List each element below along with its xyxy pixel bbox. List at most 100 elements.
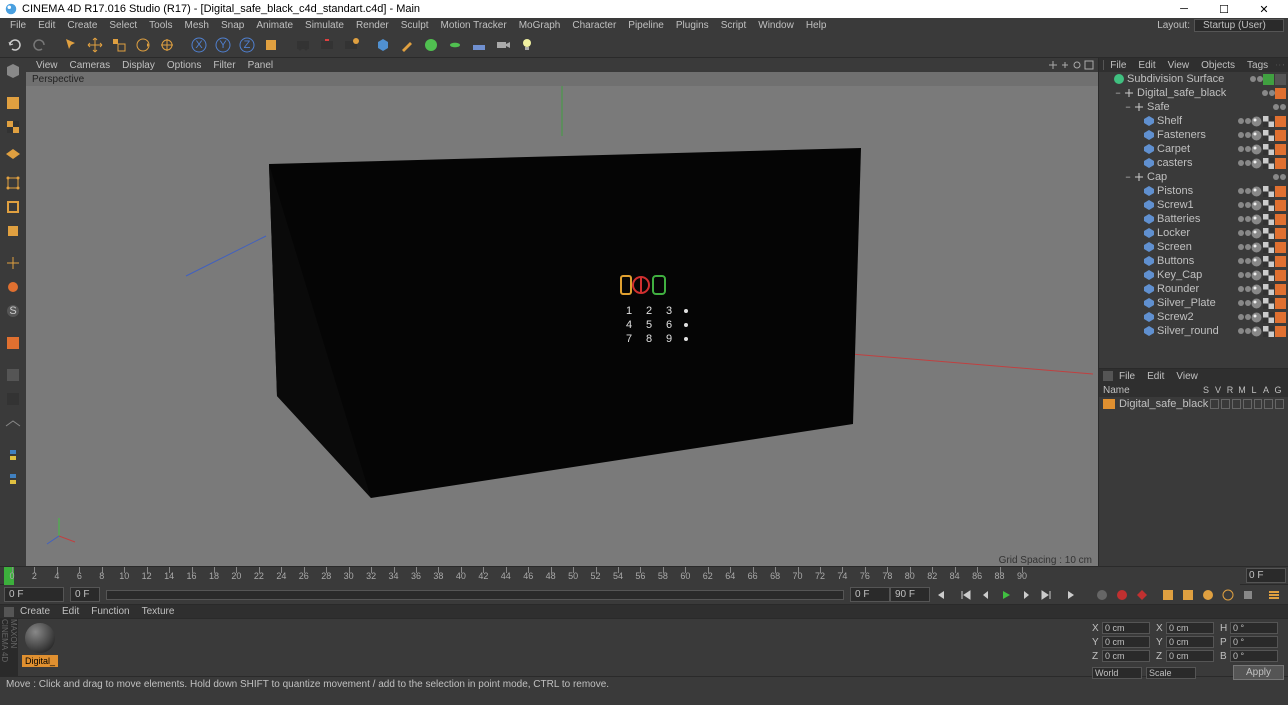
coord-field[interactable]	[1102, 650, 1150, 662]
apply-button[interactable]: Apply	[1233, 665, 1284, 680]
minimize-button[interactable]: ─	[1164, 0, 1204, 18]
menu-snap[interactable]: Snap	[215, 20, 250, 31]
menu-script[interactable]: Script	[715, 20, 753, 31]
key-scale-button[interactable]	[1179, 586, 1197, 604]
tag-tex[interactable]	[1263, 116, 1274, 127]
menu-tools[interactable]: Tools	[143, 20, 178, 31]
keyframe-sel-button[interactable]	[1133, 586, 1151, 604]
tag-phong[interactable]	[1251, 298, 1262, 309]
tag-tex[interactable]	[1263, 284, 1274, 295]
tag-sel[interactable]	[1275, 186, 1286, 197]
tree-row[interactable]: Carpet	[1099, 142, 1288, 156]
tag-phong[interactable]	[1251, 284, 1262, 295]
object-name[interactable]: Screw1	[1157, 199, 1234, 211]
object-name[interactable]: Carpet	[1157, 143, 1234, 155]
mat-menu-texture[interactable]: Texture	[136, 606, 181, 617]
visibility-dots[interactable]	[1238, 188, 1251, 194]
tree-row[interactable]: casters	[1099, 156, 1288, 170]
python-icon-2[interactable]	[2, 468, 24, 490]
visibility-dots[interactable]	[1238, 328, 1251, 334]
visibility-dots[interactable]	[1262, 90, 1275, 96]
tag-tex[interactable]	[1263, 214, 1274, 225]
layout-select[interactable]: Startup (User)	[1194, 19, 1284, 32]
tag-sel[interactable]	[1275, 158, 1286, 169]
snap-mode[interactable]: S	[2, 300, 24, 322]
view-menu-cameras[interactable]: Cameras	[64, 60, 117, 71]
range-slider[interactable]	[106, 590, 844, 600]
tag-tex[interactable]	[1263, 326, 1274, 337]
om-tab-file[interactable]: File	[1104, 60, 1132, 71]
om-tab-edit[interactable]: Edit	[1132, 60, 1161, 71]
tree-row[interactable]: Screw2	[1099, 310, 1288, 324]
object-name[interactable]: Batteries	[1157, 213, 1234, 225]
coord-field[interactable]	[1230, 636, 1278, 648]
model-mode[interactable]	[2, 60, 24, 82]
python-icon[interactable]	[2, 444, 24, 466]
tag-tex[interactable]	[1263, 256, 1274, 267]
nav-pan-icon[interactable]	[1048, 60, 1058, 70]
material-label[interactable]: Digital_	[22, 655, 58, 667]
visibility-dots[interactable]	[1250, 76, 1263, 82]
visibility-dots[interactable]	[1238, 314, 1251, 320]
tree-expander[interactable]: −	[1123, 102, 1133, 112]
om-eye-icon[interactable]	[1279, 60, 1280, 70]
menu-file[interactable]: File	[4, 20, 32, 31]
tag-phong[interactable]	[1251, 214, 1262, 225]
timeline-end-label[interactable]	[1246, 568, 1286, 583]
visibility-dots[interactable]	[1238, 202, 1251, 208]
view-menu-filter[interactable]: Filter	[207, 60, 241, 71]
menu-edit[interactable]: Edit	[32, 20, 61, 31]
material-manager[interactable]: Digital_	[18, 619, 1088, 676]
object-tree[interactable]: Subdivision Surface−Digital_safe_black−S…	[1099, 72, 1288, 368]
frame-start-field[interactable]	[4, 587, 64, 602]
visibility-dots[interactable]	[1238, 160, 1251, 166]
visibility-dots[interactable]	[1238, 258, 1251, 264]
x-lock[interactable]: X	[188, 34, 210, 56]
timeline[interactable]: 0246810121416182022242628303234363840424…	[0, 566, 1288, 584]
visibility-dots[interactable]	[1238, 132, 1251, 138]
timeline-options[interactable]	[1265, 586, 1283, 604]
tag-phong[interactable]	[1251, 130, 1262, 141]
visibility-dots[interactable]	[1238, 286, 1251, 292]
generator[interactable]	[420, 34, 442, 56]
tag-tex[interactable]	[1263, 312, 1274, 323]
tree-row[interactable]: −Safe	[1099, 100, 1288, 114]
rotate-tool[interactable]	[132, 34, 154, 56]
view-menu-options[interactable]: Options	[161, 60, 207, 71]
menu-window[interactable]: Window	[752, 20, 800, 31]
frame-end-field[interactable]	[890, 587, 930, 602]
tag-sel[interactable]	[1275, 200, 1286, 211]
render-settings[interactable]	[340, 34, 362, 56]
tag-phong[interactable]	[1251, 270, 1262, 281]
tree-row[interactable]: Fasteners	[1099, 128, 1288, 142]
object-name[interactable]: Buttons	[1157, 255, 1234, 267]
coord-system[interactable]	[260, 34, 282, 56]
tag-sel[interactable]	[1275, 256, 1286, 267]
tree-row[interactable]: Silver_Plate	[1099, 296, 1288, 310]
object-mode[interactable]	[2, 92, 24, 114]
tree-row[interactable]: Screw1	[1099, 198, 1288, 212]
menu-pipeline[interactable]: Pipeline	[622, 20, 670, 31]
tag-tex[interactable]	[1263, 186, 1274, 197]
menu-mesh[interactable]: Mesh	[179, 20, 215, 31]
object-name[interactable]: Digital_safe_black	[1137, 87, 1258, 99]
workplane-mode[interactable]	[2, 140, 24, 162]
light[interactable]	[516, 34, 538, 56]
coord-field[interactable]	[1102, 622, 1150, 634]
tag-sel[interactable]	[1275, 284, 1286, 295]
camera[interactable]	[492, 34, 514, 56]
om-tab-tags[interactable]: Tags	[1241, 60, 1274, 71]
locked-workplane[interactable]	[2, 364, 24, 386]
tag-phong[interactable]	[1251, 326, 1262, 337]
mat-menu-function[interactable]: Function	[85, 606, 135, 617]
maximize-button[interactable]: ☐	[1204, 0, 1244, 18]
primitive-cube[interactable]	[372, 34, 394, 56]
mat-menu-edit[interactable]: Edit	[56, 606, 85, 617]
deformer[interactable]	[444, 34, 466, 56]
tag-sel[interactable]	[1275, 326, 1286, 337]
view-menu-view[interactable]: View	[30, 60, 64, 71]
tag-green[interactable]	[1263, 74, 1274, 85]
tree-row[interactable]: Pistons	[1099, 184, 1288, 198]
tag-phong[interactable]	[1251, 158, 1262, 169]
goto-start-button[interactable]	[931, 586, 949, 604]
